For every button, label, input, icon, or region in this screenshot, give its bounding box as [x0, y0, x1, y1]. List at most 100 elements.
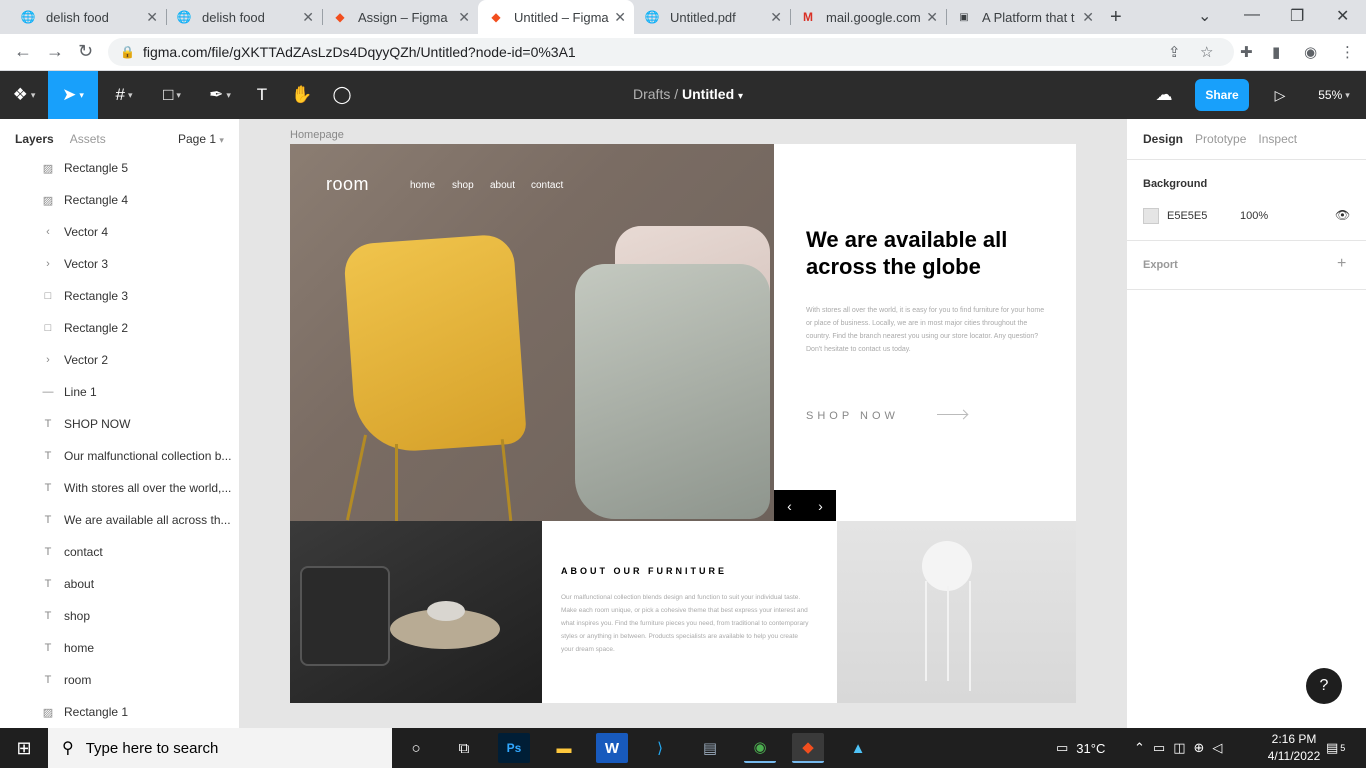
layer-item[interactable]: ▨ Rectangle 1	[0, 696, 239, 728]
chrome-app-icon[interactable]: ◉	[744, 733, 776, 763]
shape-tool-button[interactable]: □ ▾	[150, 71, 194, 119]
close-icon[interactable]: ✕	[926, 9, 938, 26]
tab-platform[interactable]: ▣ A Platform that t ✕	[946, 0, 1102, 34]
share-page-icon[interactable]: ⇪	[1168, 43, 1181, 61]
eye-visibility-icon[interactable]: 👁	[1335, 208, 1350, 222]
layer-item[interactable]: Tshop	[0, 600, 239, 632]
tab-inspect[interactable]: Inspect	[1258, 132, 1297, 146]
task-view-icon[interactable]: ⧉	[448, 733, 480, 763]
close-icon[interactable]: ✕	[146, 9, 158, 26]
layer-item[interactable]: T We are available all across th...	[0, 504, 239, 536]
extensions-puzzle-icon[interactable]: ✚	[1240, 43, 1253, 61]
background-hex-input[interactable]: E5E5E5	[1167, 210, 1207, 222]
file-explorer-icon[interactable]: ▬	[548, 733, 580, 763]
network-globe-icon[interactable]: ⊕	[1194, 740, 1205, 756]
homepage-frame[interactable]: room home shop about contact We are avai…	[290, 144, 1076, 703]
close-icon[interactable]: ✕	[302, 9, 314, 26]
layer-item[interactable]: ‹ Vector 4	[0, 216, 239, 248]
tab-untitled-figma[interactable]: ◆ Untitled – Figma ✕	[478, 0, 634, 34]
layer-item[interactable]: — Line 1	[0, 376, 239, 408]
move-tool-button[interactable]: ➤ ▾	[48, 71, 98, 119]
reload-button[interactable]: ↻	[78, 41, 93, 62]
url-field[interactable]: 🔒 figma.com/file/gXKTTAdZAsLzDs4DqyyQZh/…	[108, 38, 1234, 66]
camera-icon[interactable]: ◫	[1173, 740, 1185, 756]
tab-gmail[interactable]: M mail.google.com ✕	[790, 0, 946, 34]
tab-prototype[interactable]: Prototype	[1195, 132, 1246, 146]
breadcrumb-drafts[interactable]: Drafts	[633, 86, 670, 102]
close-icon[interactable]: ✕	[770, 9, 782, 26]
design-canvas[interactable]: Homepage room home shop about contact We…	[240, 119, 1126, 728]
tab-delish-food-2[interactable]: 🌐 delish food ✕	[166, 0, 322, 34]
menu-kebab-icon[interactable]: ⋮	[1340, 43, 1355, 61]
weather-widget[interactable]: ▭ 31°C	[1056, 728, 1105, 768]
share-button[interactable]: Share	[1195, 79, 1249, 111]
chevron-up-icon[interactable]: ⌃	[1134, 740, 1145, 756]
notification-center[interactable]: ▤ 5	[1326, 728, 1345, 768]
tab-assets[interactable]: Assets	[70, 132, 106, 146]
word-app-icon[interactable]: W	[596, 733, 628, 763]
layer-name: about	[64, 577, 95, 591]
layer-item[interactable]: T Our malfunctional collection b...	[0, 440, 239, 472]
hero-image-chairs[interactable]: room home shop about contact	[290, 144, 774, 521]
profile-avatar[interactable]: ◉	[1304, 43, 1317, 61]
hand-tool-button[interactable]: ✋	[286, 71, 318, 119]
frame-label[interactable]: Homepage	[290, 129, 344, 141]
volume-icon[interactable]: ◁	[1212, 740, 1222, 756]
taskbar-clock[interactable]: 2:16 PM 4/11/2022	[1264, 731, 1324, 765]
file-name[interactable]: Untitled	[682, 86, 734, 102]
frame-tool-button[interactable]: # ▾	[102, 71, 146, 119]
layer-item[interactable]: T SHOP NOW	[0, 408, 239, 440]
cortana-circle-icon[interactable]: ○	[400, 733, 432, 763]
minimize-button[interactable]: —	[1244, 6, 1260, 24]
battery-icon[interactable]: ▭	[1153, 740, 1165, 756]
photoshop-app-icon[interactable]: Ps	[498, 733, 530, 763]
tab-untitled-pdf[interactable]: 🌐 Untitled.pdf ✕	[634, 0, 790, 34]
background-color-swatch[interactable]	[1143, 208, 1159, 224]
taskbar-search-box[interactable]: ⚲ Type here to search	[48, 728, 392, 768]
present-play-icon[interactable]: ▷	[1264, 71, 1296, 119]
comment-tool-button[interactable]: ◯	[326, 71, 358, 119]
layer-item[interactable]: Tcontact	[0, 536, 239, 568]
close-icon[interactable]: ✕	[614, 9, 626, 26]
background-opacity-input[interactable]: 100%	[1240, 210, 1268, 222]
tab-layers[interactable]: Layers	[15, 132, 54, 146]
layer-item[interactable]: › Vector 3	[0, 248, 239, 280]
layer-item[interactable]: ▨ Rectangle 4	[0, 184, 239, 216]
layer-item[interactable]: □ Rectangle 2	[0, 312, 239, 344]
layer-item[interactable]: ▨ Rectangle 5	[0, 152, 239, 184]
vscode-app-icon[interactable]: ⟩	[644, 733, 676, 763]
main-menu-button[interactable]: ❖ ▾	[0, 71, 48, 119]
add-export-plus-icon[interactable]: +	[1337, 255, 1346, 273]
restore-button[interactable]: ❐	[1290, 6, 1304, 26]
bookmark-star-icon[interactable]: ☆	[1200, 43, 1213, 61]
forward-button[interactable]: →	[46, 41, 64, 62]
export-title: Export	[1143, 259, 1178, 271]
layer-item[interactable]: □ Rectangle 3	[0, 280, 239, 312]
close-icon[interactable]: ✕	[1082, 9, 1094, 26]
figma-app-icon[interactable]: ◆	[792, 733, 824, 763]
layer-item[interactable]: Tabout	[0, 568, 239, 600]
layer-item[interactable]: Thome	[0, 632, 239, 664]
help-button[interactable]: ?	[1306, 668, 1342, 704]
layer-item[interactable]: T With stores all over the world,...	[0, 472, 239, 504]
offline-cloud-icon[interactable]: ☁	[1148, 71, 1180, 119]
close-icon[interactable]: ✕	[458, 9, 470, 26]
zoom-menu[interactable]: 55% ▾	[1310, 71, 1358, 119]
side-panel-icon[interactable]: ▮	[1272, 43, 1280, 61]
tab-delish-food-1[interactable]: 🌐 delish food ✕	[10, 0, 166, 34]
new-tab-button[interactable]: +	[1110, 6, 1122, 29]
close-window-button[interactable]: ✕	[1336, 6, 1349, 26]
pen-tool-button[interactable]: ✒ ▾	[198, 71, 242, 119]
layer-item[interactable]: Troom	[0, 664, 239, 696]
tab-search-icon[interactable]: ⌄	[1198, 6, 1211, 26]
page-selector[interactable]: Page 1 ▾	[178, 132, 224, 146]
chevron-down-icon[interactable]: ▾	[738, 91, 743, 102]
tab-design[interactable]: Design	[1143, 132, 1183, 146]
network-app-icon[interactable]: ▤	[694, 733, 726, 763]
back-button[interactable]: ←	[14, 41, 32, 62]
text-tool-button[interactable]: T	[246, 71, 278, 119]
tab-assign-figma[interactable]: ◆ Assign – Figma ✕	[322, 0, 478, 34]
windows-start-button[interactable]: ⊞	[0, 728, 48, 768]
layer-item[interactable]: › Vector 2	[0, 344, 239, 376]
photos-app-icon[interactable]: ▲	[842, 733, 874, 763]
